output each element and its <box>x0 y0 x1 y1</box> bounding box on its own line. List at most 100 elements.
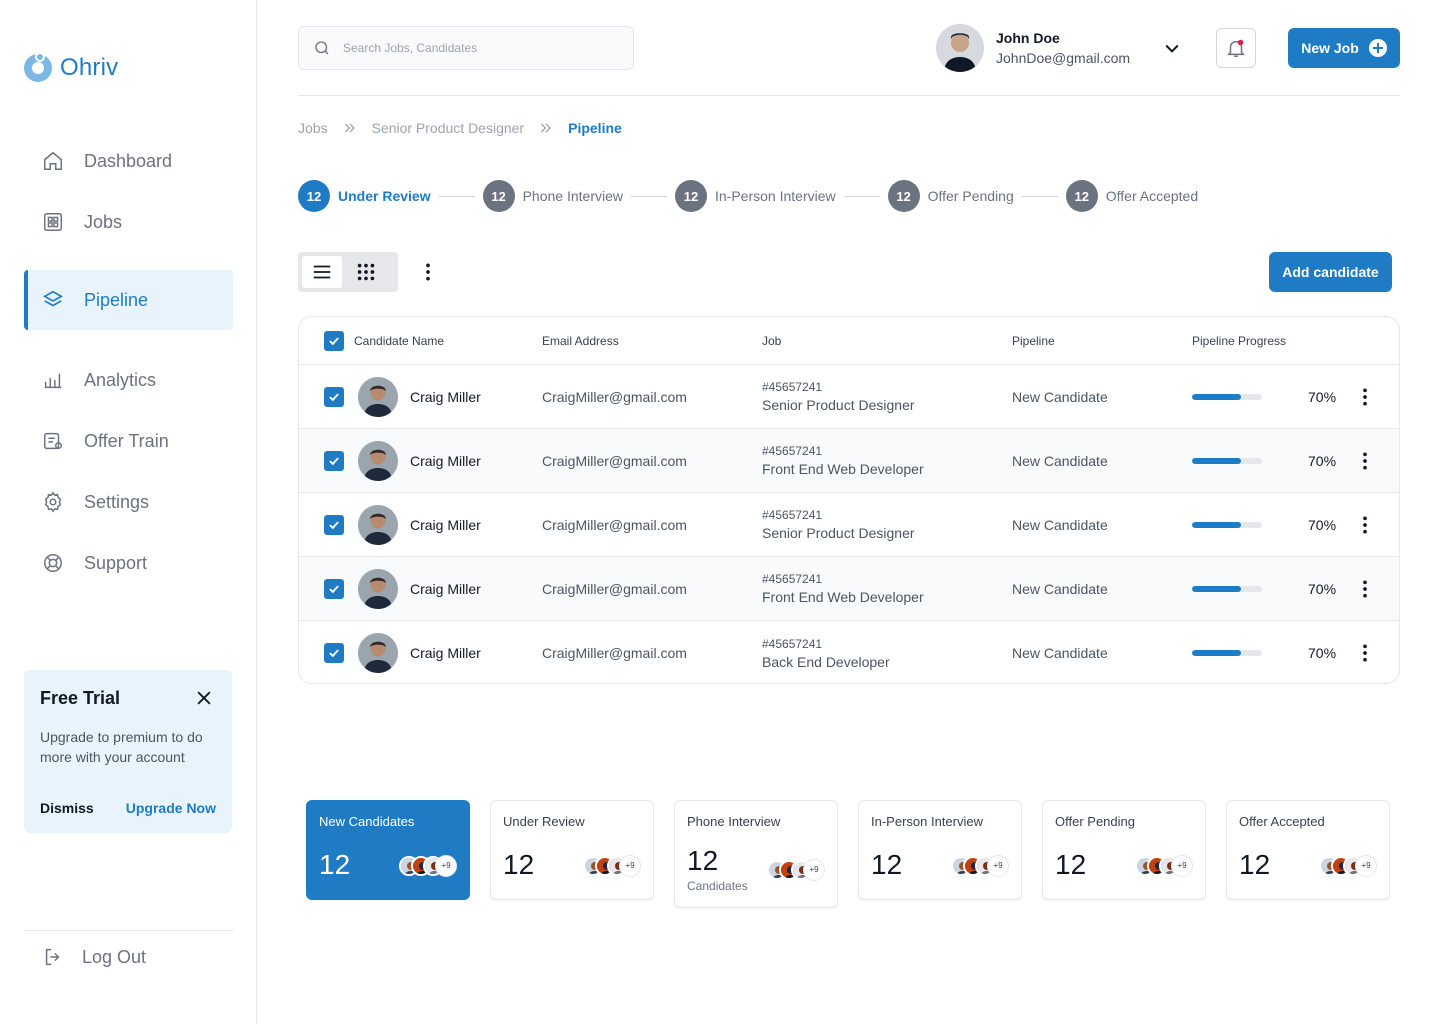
progress-percent: 70% <box>1308 452 1337 469</box>
card-title: Phone Interview <box>687 814 781 829</box>
logout-label: Log Out <box>82 946 147 967</box>
table-row[interactable]: Craig Miller CraigMiller@gmail.com #4565… <box>299 429 1399 493</box>
row-checkbox[interactable] <box>324 450 344 471</box>
candidate-name[interactable]: Craig Miller <box>410 517 481 533</box>
user-name: John Doe <box>996 30 1060 46</box>
logout-button[interactable]: Log Out <box>42 946 146 968</box>
grid-view-button[interactable] <box>346 256 386 288</box>
user-menu[interactable]: John Doe JohnDoe@gmail.com <box>936 24 1130 72</box>
sidebar-item-pipeline[interactable]: Pipeline <box>24 270 233 330</box>
candidate-cell: Craig Miller <box>358 376 481 417</box>
bell-icon <box>1226 39 1246 57</box>
dismiss-button[interactable]: Dismiss <box>40 800 94 816</box>
logo[interactable]: Ohriv <box>24 52 118 82</box>
notifications-button[interactable] <box>1216 28 1256 68</box>
card-title: In-Person Interview <box>871 814 983 829</box>
more-vertical-icon[interactable] <box>1355 515 1375 535</box>
summary-card[interactable]: Phone Interview 12 Candidates +9 <box>674 800 838 908</box>
table-row[interactable]: Craig Miller CraigMiller@gmail.com #4565… <box>299 365 1399 429</box>
sidebar-item-dashboard[interactable]: Dashboard <box>24 131 233 191</box>
candidate-cell: Craig Miller <box>358 633 481 673</box>
table-row[interactable]: Craig Miller CraigMiller@gmail.com #4565… <box>299 493 1399 557</box>
job-title: Front End Web Developer <box>762 461 924 477</box>
stage-offer-accepted[interactable]: 12 Offer Accepted <box>1065 180 1199 212</box>
home-icon <box>44 151 62 170</box>
sidebar-item-settings[interactable]: Settings <box>24 472 233 532</box>
pipeline-status: New Candidate <box>1012 645 1108 661</box>
breadcrumb-jobs[interactable]: Jobs <box>298 120 328 136</box>
table-header: Candidate Name Email Address Job Pipelin… <box>299 317 1399 365</box>
table-row[interactable]: Craig Miller CraigMiller@gmail.com #4565… <box>299 621 1399 683</box>
header-candidate-name[interactable]: Candidate Name <box>354 334 444 348</box>
stage-label: In-Person Interview <box>715 188 836 204</box>
summary-cards: New Candidates 12 +9 Under Review 12 +9 … <box>306 800 1390 908</box>
new-job-button[interactable]: New Job <box>1288 28 1400 68</box>
row-checkbox[interactable] <box>324 514 344 535</box>
search-bar <box>298 26 634 70</box>
candidate-cell: Craig Miller <box>358 440 481 481</box>
stage-offer-pending[interactable]: 12 Offer Pending <box>887 180 1014 212</box>
summary-card[interactable]: Offer Pending 12 +9 <box>1042 800 1206 900</box>
more-vertical-icon[interactable] <box>1355 451 1375 471</box>
breadcrumb-current: Pipeline <box>568 120 622 136</box>
stage-connector <box>843 195 880 197</box>
stage-in-person-interview[interactable]: 12 In-Person Interview <box>675 180 836 212</box>
summary-card[interactable]: Under Review 12 +9 <box>490 800 654 900</box>
progress-cell <box>1192 457 1262 464</box>
header-email[interactable]: Email Address <box>542 334 619 348</box>
row-checkbox[interactable] <box>324 578 344 599</box>
stage-label: Offer Accepted <box>1105 188 1199 204</box>
select-all-checkbox[interactable] <box>324 330 344 351</box>
close-icon[interactable] <box>194 688 214 708</box>
avatar-stack: +9 <box>583 855 641 877</box>
document-icon <box>44 432 62 450</box>
sidebar-item-support[interactable]: Support <box>24 533 233 593</box>
stage-label: Offer Pending <box>927 188 1014 204</box>
chevron-down-icon[interactable] <box>1162 38 1182 58</box>
list-view-button[interactable] <box>302 256 342 288</box>
add-candidate-button[interactable]: Add candidate <box>1269 252 1392 292</box>
sidebar-item-offer-train[interactable]: Offer Train <box>24 411 233 471</box>
candidate-name[interactable]: Craig Miller <box>410 389 481 405</box>
summary-card[interactable]: Offer Accepted 12 +9 <box>1226 800 1390 900</box>
candidate-name[interactable]: Craig Miller <box>410 645 481 661</box>
upgrade-now-button[interactable]: Upgrade Now <box>126 800 216 816</box>
progress-bar-fill <box>1192 393 1241 400</box>
more-vertical-icon[interactable] <box>1355 579 1375 599</box>
candidate-name[interactable]: Craig Miller <box>410 453 481 469</box>
row-checkbox[interactable] <box>324 643 344 663</box>
table-row[interactable]: Craig Miller CraigMiller@gmail.com #4565… <box>299 557 1399 621</box>
candidate-email: CraigMiller@gmail.com <box>542 645 687 661</box>
lifebuoy-icon <box>44 554 62 572</box>
progress-percent: 70% <box>1308 516 1337 533</box>
more-vertical-icon[interactable] <box>418 262 438 282</box>
stage-connector <box>438 195 475 197</box>
check-icon <box>329 336 339 345</box>
avatar <box>358 633 398 673</box>
more-count-badge: +9 <box>1355 855 1377 877</box>
summary-card[interactable]: New Candidates 12 +9 <box>306 800 470 900</box>
sidebar-item-analytics[interactable]: Analytics <box>24 350 233 410</box>
breadcrumb-job[interactable]: Senior Product Designer <box>372 120 525 136</box>
avatar-stack: +9 <box>399 855 457 877</box>
card-title: Offer Pending <box>1055 814 1135 829</box>
header-pipeline-progress[interactable]: Pipeline Progress <box>1192 334 1286 348</box>
candidate-name[interactable]: Craig Miller <box>410 581 481 597</box>
more-vertical-icon[interactable] <box>1355 387 1375 407</box>
more-vertical-icon[interactable] <box>1355 643 1375 663</box>
summary-card[interactable]: In-Person Interview 12 +9 <box>858 800 1022 900</box>
stage-under-review[interactable]: 12 Under Review <box>298 180 431 212</box>
header-job[interactable]: Job <box>762 334 781 348</box>
stage-phone-interview[interactable]: 12 Phone Interview <box>482 180 623 212</box>
view-toggle <box>298 252 398 292</box>
card-title: New Candidates <box>319 814 415 829</box>
progress-percent: 70% <box>1308 645 1337 661</box>
row-checkbox[interactable] <box>324 386 344 407</box>
header-pipeline[interactable]: Pipeline <box>1012 334 1055 348</box>
sidebar-item-jobs[interactable]: Jobs <box>24 192 233 252</box>
search-input[interactable] <box>343 41 603 55</box>
pipeline-status: New Candidate <box>1012 580 1108 597</box>
progress-bar-fill <box>1192 457 1241 464</box>
avatar-stack: +9 <box>1319 855 1377 877</box>
check-icon <box>329 520 339 529</box>
